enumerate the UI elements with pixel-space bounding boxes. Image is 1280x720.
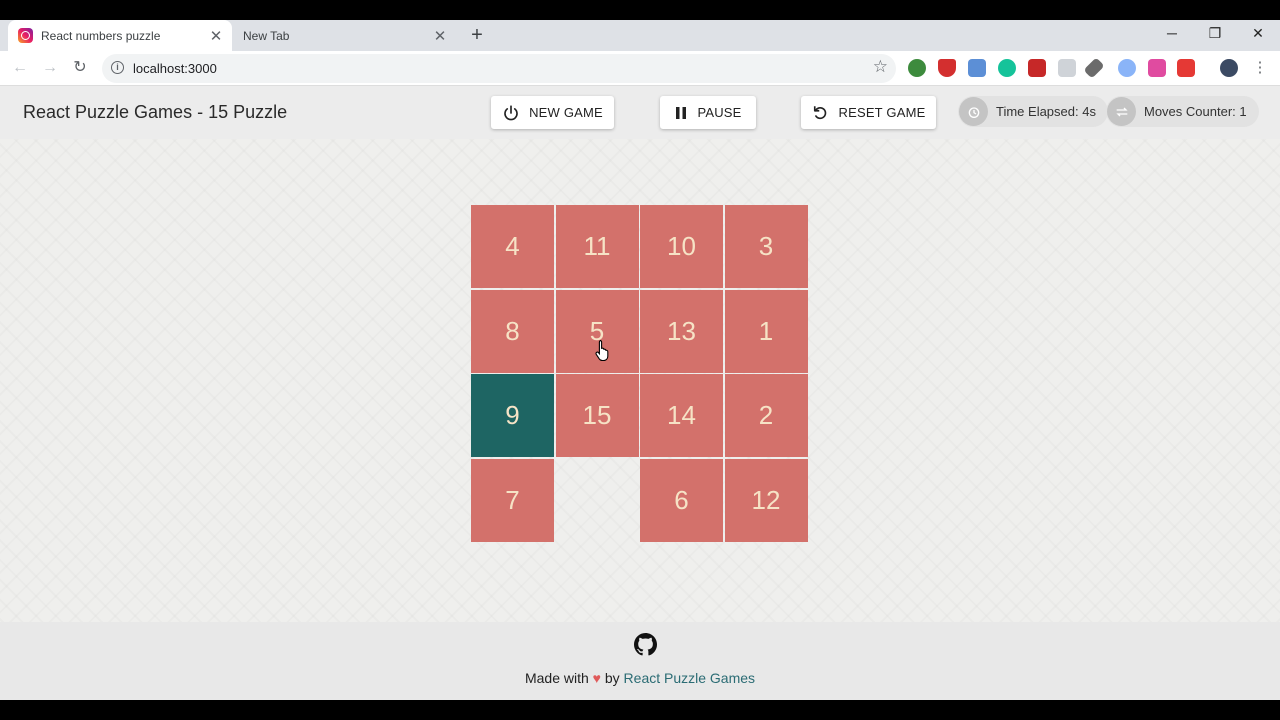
reset-game-button[interactable]: RESET GAME	[801, 96, 936, 129]
screen: React numbers puzzle ✕ New Tab ✕ + ─ ❐ ✕…	[0, 0, 1280, 720]
address-text[interactable]: localhost:3000	[133, 61, 217, 76]
extension-icon-8[interactable]	[1118, 59, 1136, 77]
pause-label: PAUSE	[697, 105, 742, 120]
extension-grammarly-icon[interactable]	[998, 59, 1016, 77]
tab-new-tab[interactable]: New Tab ✕	[234, 20, 456, 51]
extension-icon-5[interactable]	[1028, 59, 1046, 77]
page-title: React Puzzle Games - 15 Puzzle	[23, 102, 288, 122]
puzzle-tile-7[interactable]: 7	[471, 458, 554, 542]
moves-counter-chip: Moves Counter: 1	[1106, 96, 1259, 127]
reset-icon	[814, 105, 827, 119]
hand-pointer-cursor-icon	[595, 339, 609, 361]
pause-button[interactable]: PAUSE	[660, 96, 756, 129]
close-tab-icon[interactable]: ✕	[206, 27, 226, 45]
puzzle-board: 4 11 10 3 8 5 13 1 9 15 14 2 7 6 12	[471, 205, 809, 542]
menu-kebab-icon[interactable]: ⋮	[1248, 56, 1272, 80]
puzzle-tile-4[interactable]: 4	[471, 205, 554, 288]
reload-icon[interactable]: ↻	[68, 56, 92, 80]
react-puzzle-games-link[interactable]: React Puzzle Games	[624, 670, 756, 686]
github-icon[interactable]	[634, 633, 657, 656]
puzzle-tile-2[interactable]: 2	[724, 374, 808, 457]
new-game-label: NEW GAME	[529, 105, 603, 120]
puzzle-tile-6[interactable]: 6	[640, 458, 723, 542]
puzzle-tile-8[interactable]: 8	[471, 289, 554, 373]
tab-title: React numbers puzzle	[41, 28, 161, 43]
tab-strip: React numbers puzzle ✕ New Tab ✕ + ─ ❐ ✕	[0, 20, 1280, 51]
made-with-text: Made with	[524, 670, 589, 686]
extension-icon-9[interactable]	[1148, 59, 1166, 77]
puzzle-tile-12[interactable]: 12	[724, 458, 808, 542]
tab-react-numbers-puzzle[interactable]: React numbers puzzle ✕	[8, 20, 232, 51]
profile-avatar[interactable]	[1220, 59, 1238, 77]
new-game-button[interactable]: NEW GAME	[491, 96, 614, 129]
power-icon	[504, 104, 518, 120]
pause-icon	[676, 106, 687, 119]
alarm-clock-icon	[959, 97, 988, 126]
tab-title: New Tab	[243, 28, 290, 43]
info-icon[interactable]: i	[111, 61, 124, 74]
app-bar: React Puzzle Games - 15 Puzzle NEW GAME …	[0, 86, 1280, 139]
puzzle-tile-11[interactable]: 11	[555, 205, 639, 288]
address-bar[interactable]: i localhost:3000 ☆	[102, 54, 896, 83]
restore-button[interactable]: ❐	[1195, 20, 1235, 48]
extension-icon-3[interactable]	[968, 59, 986, 77]
extension-eyedropper-icon[interactable]	[1083, 57, 1105, 79]
puzzle-tile-13[interactable]: 13	[640, 289, 723, 373]
credit-line: Made with ♥ by React Puzzle Games	[0, 670, 1280, 686]
close-tab-icon[interactable]: ✕	[430, 27, 450, 45]
by-text: by	[604, 670, 620, 686]
puzzle-tile-15[interactable]: 15	[555, 374, 639, 457]
minimize-button[interactable]: ─	[1152, 20, 1192, 48]
puzzle-tile-14[interactable]: 14	[640, 374, 723, 457]
puzzle-tile-3[interactable]: 3	[724, 205, 808, 288]
back-arrow-icon[interactable]: ←	[8, 56, 32, 80]
instagram-favicon-icon	[18, 28, 33, 43]
puzzle-tile-10[interactable]: 10	[640, 205, 723, 288]
footer: Made with ♥ by React Puzzle Games	[0, 622, 1280, 700]
swap-arrows-icon	[1107, 97, 1136, 126]
time-elapsed-text: Time Elapsed: 4s	[996, 104, 1096, 119]
heart-icon: ♥	[592, 670, 601, 686]
puzzle-tile-9[interactable]: 9	[471, 374, 554, 457]
puzzle-tile-1[interactable]: 1	[724, 289, 808, 373]
forward-arrow-icon[interactable]: →	[38, 56, 62, 80]
bookmark-star-icon[interactable]: ☆	[873, 57, 888, 77]
new-tab-button[interactable]: +	[466, 23, 488, 47]
reset-game-label: RESET GAME	[838, 105, 926, 120]
window-close-button[interactable]: ✕	[1238, 20, 1278, 48]
extension-icon-1[interactable]	[908, 59, 926, 77]
extension-shield-icon[interactable]	[938, 59, 956, 77]
browser-toolbar: ← → ↻ i localhost:3000 ☆ ⋮	[0, 51, 1280, 86]
extension-badge-icon[interactable]	[1177, 59, 1195, 77]
app-root: React Puzzle Games - 15 Puzzle NEW GAME …	[0, 86, 1280, 700]
extension-cube-icon[interactable]	[1058, 59, 1076, 77]
moves-counter-text: Moves Counter: 1	[1144, 104, 1247, 119]
time-elapsed-chip: Time Elapsed: 4s	[958, 96, 1108, 127]
